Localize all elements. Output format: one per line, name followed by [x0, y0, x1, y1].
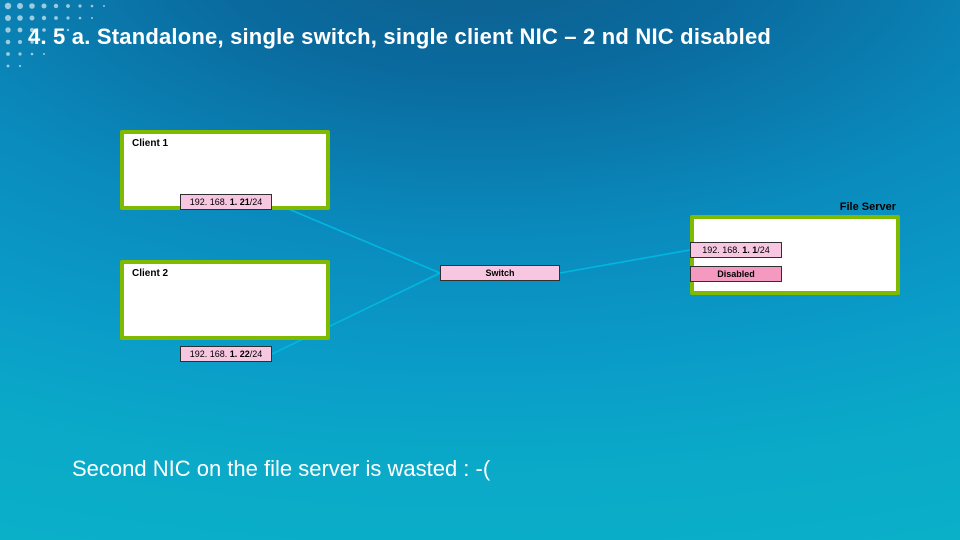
- slide: 4. 5 a. Standalone, single switch, singl…: [0, 0, 960, 540]
- client-1-label: Client 1: [132, 138, 168, 149]
- client-2-nic-mask: /24: [250, 349, 263, 359]
- server-nic2-label: Disabled: [717, 269, 755, 279]
- server-nic1-addr: 1. 1: [742, 245, 757, 255]
- client-1-nic-addr: 1. 21: [230, 197, 250, 207]
- client-1-nic: 192. 168. 1. 21/24: [180, 194, 272, 210]
- client-2-label: Client 2: [132, 268, 168, 279]
- server-nic-1: 192. 168. 1. 1/24: [690, 242, 782, 258]
- client-2-nic-prefix: 192. 168.: [190, 349, 230, 359]
- server-nic1-mask: /24: [757, 245, 770, 255]
- network-diagram: Client 1 Client 2 File Server 192. 168. …: [120, 130, 900, 390]
- client-2-nic-addr: 1. 22: [230, 349, 250, 359]
- server-nic1-prefix: 192. 168.: [702, 245, 742, 255]
- slide-caption: Second NIC on the file server is wasted …: [72, 456, 490, 482]
- switch-label: Switch: [485, 268, 514, 278]
- client-1-nic-mask: /24: [250, 197, 263, 207]
- server-nic-2-disabled: Disabled: [690, 266, 782, 282]
- file-server-label: File Server: [840, 201, 896, 213]
- client-2-nic: 192. 168. 1. 22/24: [180, 346, 272, 362]
- switch-box: Switch: [440, 265, 560, 281]
- client-1-nic-prefix: 192. 168.: [190, 197, 230, 207]
- client-2-box: Client 2: [120, 260, 330, 340]
- slide-title: 4. 5 a. Standalone, single switch, singl…: [28, 24, 771, 50]
